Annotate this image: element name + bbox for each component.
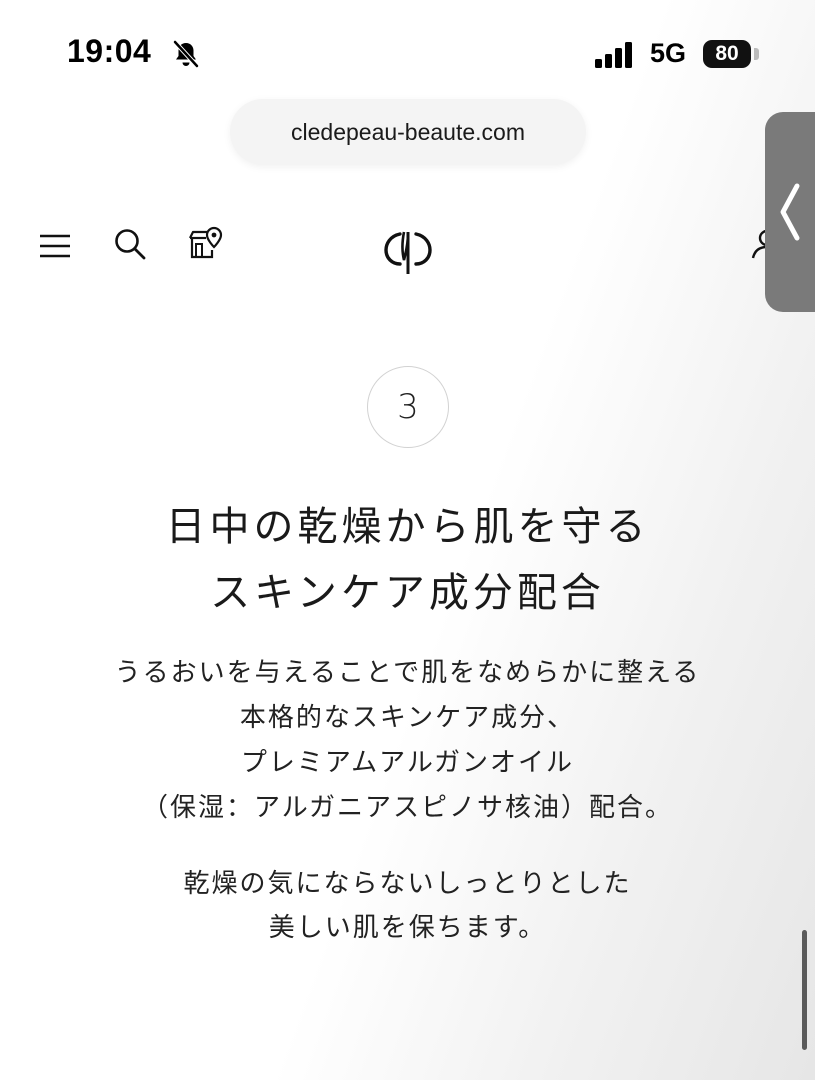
- body-text-line: 美しい肌を保ちます。: [268, 913, 547, 943]
- bell-slash-icon: [173, 40, 199, 68]
- chevron-left-icon: [780, 183, 800, 241]
- store-locator-icon[interactable]: [186, 224, 226, 264]
- status-bar: 19:04 5G 80: [0, 0, 815, 100]
- section-heading-line-2: スキンケア成分配合: [210, 570, 605, 616]
- body-text-line: （保湿：アルガニアスピノサ核油）配合。: [142, 793, 673, 823]
- battery-indicator: 80: [703, 40, 751, 68]
- step-number: 3: [397, 387, 419, 427]
- address-bar[interactable]: cledepeau-beaute.com: [230, 99, 586, 165]
- search-icon[interactable]: [112, 226, 148, 262]
- network-type-label: 5G: [650, 38, 687, 68]
- body-text-line: プレミアムアルガンオイル: [240, 748, 575, 778]
- status-time: 19:04: [67, 33, 152, 69]
- section-heading-line-1: 日中の乾燥から肌を守る: [165, 504, 650, 550]
- back-gesture-tab[interactable]: [765, 112, 815, 312]
- hamburger-menu-icon[interactable]: [38, 229, 72, 263]
- scrollbar-thumb[interactable]: [802, 930, 807, 1050]
- body-text-line: うるおいを与えることで肌をなめらかに整える: [114, 658, 701, 688]
- url-text: cledepeau-beaute.com: [291, 118, 525, 145]
- body-text-line: 本格的なスキンケア成分、: [239, 703, 576, 733]
- battery-level: 80: [715, 42, 739, 65]
- step-number-badge: 3: [367, 366, 449, 448]
- body-text-line: 乾燥の気にならないしっとりとした: [183, 869, 632, 899]
- battery-cap: [754, 48, 759, 60]
- cellular-signal-icon: [595, 42, 632, 68]
- cle-de-peau-logo-icon[interactable]: [380, 222, 436, 278]
